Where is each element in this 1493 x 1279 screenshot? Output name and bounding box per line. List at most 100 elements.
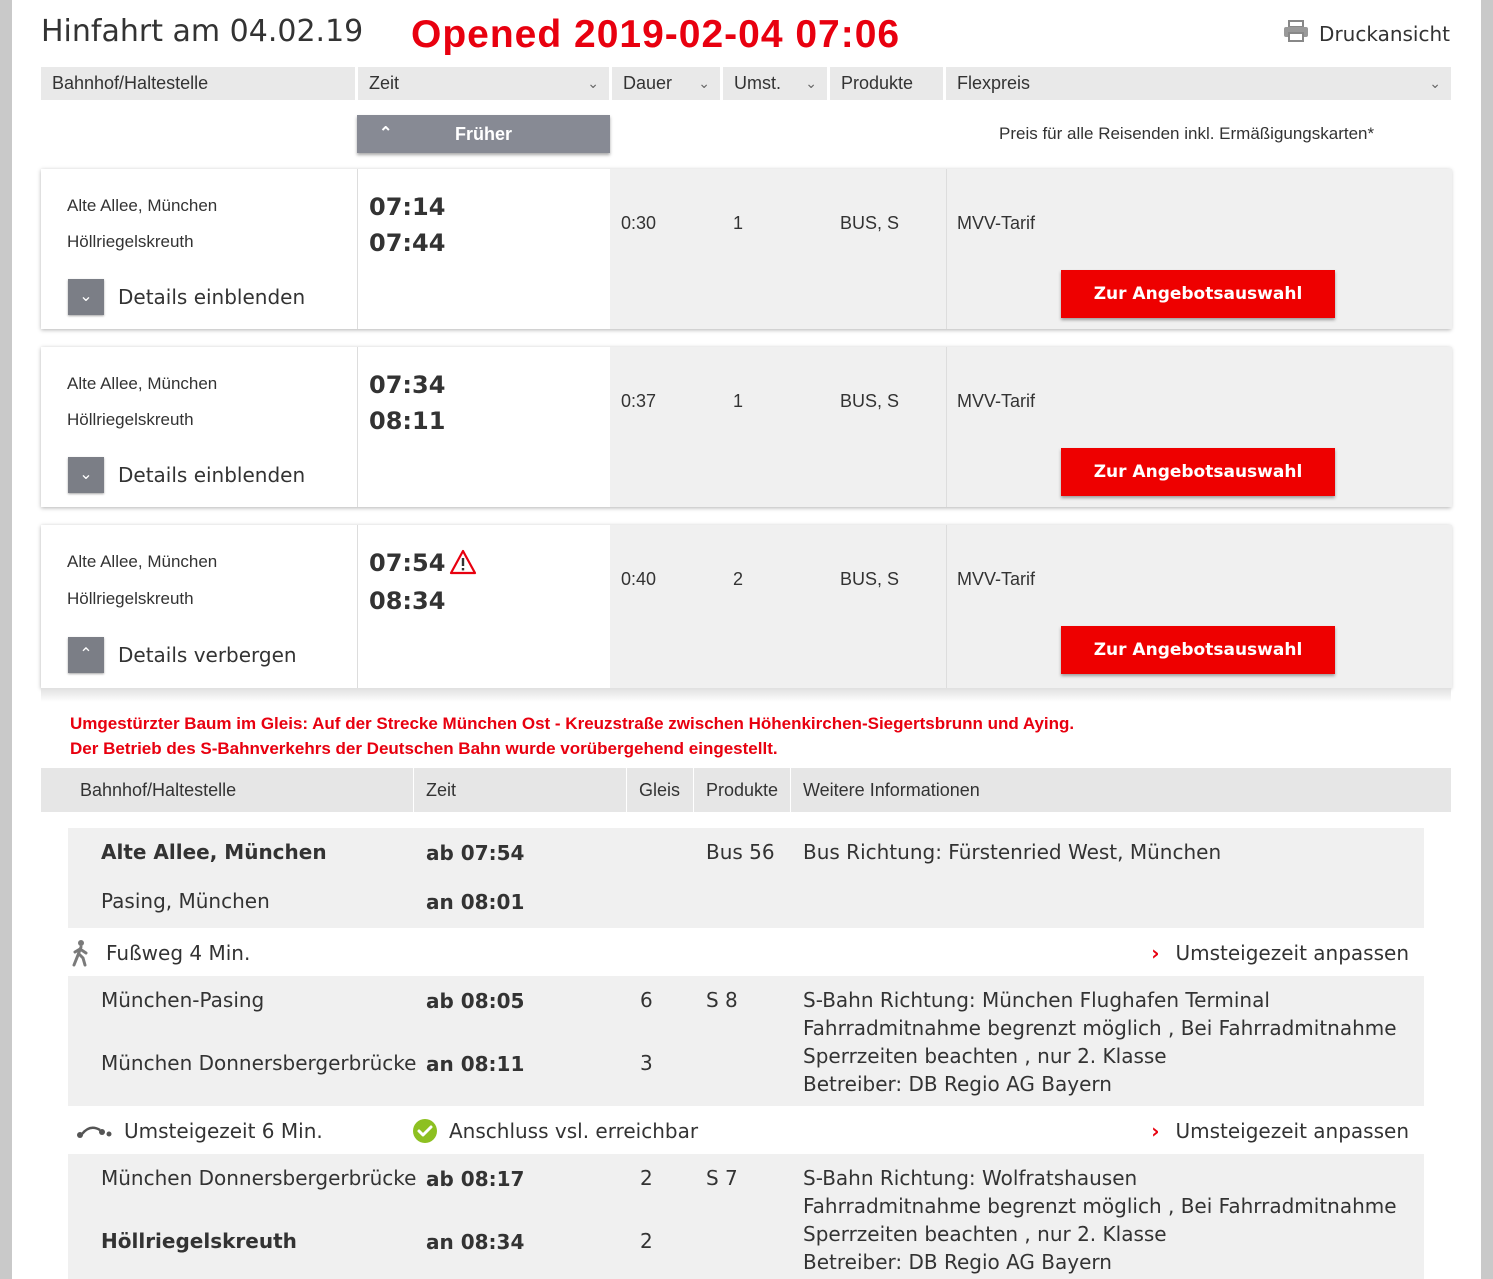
- col-time-sort[interactable]: Zeit ⌄: [358, 67, 609, 100]
- col-products-label: Produkte: [841, 73, 914, 93]
- offer-button[interactable]: Zur Angebotsauswahl: [1061, 626, 1335, 674]
- dcol-time: Zeit: [413, 768, 625, 812]
- connection-card: Alte Allee, München Höllriegelskreuth ⌄ …: [41, 347, 1452, 507]
- details-toggle-label: Details einblenden: [118, 285, 306, 309]
- col-products: Produkte: [830, 67, 943, 100]
- col-duration-label: Dauer: [623, 73, 673, 93]
- info-line: Betreiber: DB Regio AG Bayern: [803, 1250, 1112, 1274]
- connection-status: Anschluss vsl. erreichbar: [449, 1119, 699, 1143]
- chevron-right-icon: ›: [1151, 941, 1160, 965]
- arrival-time: 08:34: [369, 587, 446, 615]
- journey-segment: München-Pasing ab 08:05 6 S 8 S-Bahn Ric…: [68, 976, 1424, 1106]
- arrival-time: 08:11: [369, 407, 446, 435]
- disruption-alert: Umgestürzter Baum im Gleis: Auf der Stre…: [70, 714, 1075, 733]
- segment-platform: 3: [640, 1051, 653, 1075]
- segment-info: S-Bahn Richtung: Wolfratshausen Fahrradm…: [803, 1164, 1397, 1276]
- segment-departure: ab 07:54: [426, 841, 525, 865]
- products: BUS, S: [840, 213, 900, 233]
- transfer-time-label: Umsteigezeit 6 Min.: [124, 1119, 323, 1143]
- col-changes-sort[interactable]: Umst. ⌄: [723, 67, 827, 100]
- col-fare-sort[interactable]: Flexpreis ⌄: [946, 67, 1451, 100]
- from-station: Alte Allee, München: [67, 374, 218, 393]
- tariff: MVV-Tarif: [957, 569, 1036, 589]
- segment-product: Bus 56: [706, 840, 775, 864]
- info-line: Sperrzeiten beachten , nur 2. Klasse: [803, 1044, 1167, 1068]
- earlier-button[interactable]: ⌃ Früher: [357, 115, 610, 153]
- from-station: Alte Allee, München: [67, 196, 218, 215]
- segment-arrival: an 08:11: [426, 1052, 525, 1076]
- price-note: Preis für alle Reisenden inkl. Ermäßigun…: [999, 124, 1375, 143]
- products: BUS, S: [840, 391, 900, 411]
- col-fare-label: Flexpreis: [957, 73, 1031, 93]
- check-circle-icon: [412, 1118, 438, 1149]
- segment-departure: ab 08:05: [426, 989, 525, 1013]
- warning-icon[interactable]: [449, 549, 477, 580]
- earlier-label: Früher: [454, 124, 512, 144]
- info-line: Fahrradmitnahme begrenzt möglich , Bei F…: [803, 1016, 1397, 1040]
- to-station: Höllriegelskreuth: [67, 232, 194, 251]
- col-station-label: Bahnhof/Haltestelle: [52, 73, 209, 93]
- segment-product: S 8: [706, 988, 738, 1012]
- info-line: Fahrradmitnahme begrenzt möglich , Bei F…: [803, 1194, 1397, 1218]
- duration: 0:30: [621, 213, 657, 233]
- segment-platform: 6: [640, 988, 653, 1012]
- arrival-time: 07:44: [369, 229, 446, 257]
- offer-button[interactable]: Zur Angebotsauswahl: [1061, 270, 1335, 318]
- disruption-alert: Der Betrieb des S-Bahnverkehrs der Deuts…: [70, 739, 778, 758]
- duration: 0:37: [621, 391, 657, 411]
- opened-stamp: Opened 2019-02-04 07:06: [411, 13, 901, 56]
- chevron-down-icon: ⌄: [698, 75, 710, 91]
- segment-to-station: Höllriegelskreuth: [101, 1229, 297, 1253]
- details-toggle[interactable]: ⌄ Details einblenden: [68, 457, 305, 493]
- details-toggle[interactable]: ⌄ Details einblenden: [68, 279, 305, 315]
- chevron-down-icon: ⌄: [805, 75, 817, 91]
- offer-button[interactable]: Zur Angebotsauswahl: [1061, 448, 1335, 496]
- segment-from-station: Alte Allee, München: [101, 840, 327, 864]
- adjust-transfer-label: Umsteigezeit anpassen: [1175, 1119, 1409, 1143]
- col-time-label: Zeit: [369, 73, 400, 93]
- connection-times: 07:14 07:44: [357, 169, 610, 329]
- adjust-transfer-link[interactable]: › Umsteigezeit anpassen: [1151, 1119, 1409, 1143]
- to-station: Höllriegelskreuth: [67, 410, 194, 429]
- walk-transfer: Fußweg 4 Min. › Umsteigezeit anpassen: [68, 929, 1424, 977]
- tariff: MVV-Tarif: [957, 391, 1036, 411]
- segment-platform: 2: [640, 1166, 653, 1190]
- details-toggle-label: Details einblenden: [118, 463, 306, 487]
- adjust-transfer-link[interactable]: › Umsteigezeit anpassen: [1151, 941, 1409, 965]
- segment-platform: 2: [640, 1229, 653, 1253]
- info-line: Sperrzeiten beachten , nur 2. Klasse: [803, 1222, 1167, 1246]
- changes: 2: [733, 569, 744, 589]
- products: BUS, S: [840, 569, 900, 589]
- print-view-link[interactable]: Druckansicht: [1283, 20, 1450, 47]
- duration: 0:40: [621, 569, 657, 589]
- info-line: S-Bahn Richtung: München Flughafen Termi…: [803, 988, 1270, 1012]
- connection-times: 07:54 08:34: [357, 525, 610, 688]
- info-line: Bus Richtung: Fürstenried West, München: [803, 840, 1222, 864]
- chevron-down-icon: ⌄: [68, 279, 104, 315]
- adjust-transfer-label: Umsteigezeit anpassen: [1175, 941, 1409, 965]
- tariff: MVV-Tarif: [957, 213, 1036, 233]
- details-toggle[interactable]: ⌃ Details verbergen: [68, 637, 297, 673]
- walk-label: Fußweg 4 Min.: [106, 941, 251, 965]
- connection-stations: Alte Allee, München Höllriegelskreuth ⌄ …: [41, 347, 357, 507]
- to-station: Höllriegelskreuth: [67, 589, 194, 608]
- segment-to-station: Pasing, München: [101, 889, 270, 913]
- transfer-info: Umsteigezeit 6 Min. Anschluss vsl. errei…: [68, 1107, 1424, 1155]
- journey-segment: München Donnersbergerbrücke ab 08:17 2 S…: [68, 1154, 1424, 1279]
- departure-time: 07:34: [369, 371, 446, 399]
- connection-card: Alte Allee, München Höllriegelskreuth ⌄ …: [41, 169, 1452, 329]
- page: Hinfahrt am 04.02.19 Opened 2019-02-04 0…: [12, 0, 1481, 1279]
- info-line: S-Bahn Richtung: Wolfratshausen: [803, 1166, 1138, 1190]
- col-changes-label: Umst.: [734, 73, 781, 93]
- chevron-down-icon: ⌄: [587, 75, 599, 91]
- chevron-up-icon: ⌃: [68, 637, 104, 673]
- dcol-platform: Gleis: [626, 768, 692, 812]
- departure-time: 07:54: [369, 549, 446, 577]
- chevron-down-icon: ⌄: [68, 457, 104, 493]
- dcol-products: Produkte: [693, 768, 789, 812]
- segment-arrival: an 08:01: [426, 890, 525, 914]
- col-duration-sort[interactable]: Dauer ⌄: [612, 67, 720, 100]
- chevron-right-icon: ›: [1151, 1119, 1160, 1143]
- info-line: Betreiber: DB Regio AG Bayern: [803, 1072, 1112, 1096]
- from-station: Alte Allee, München: [67, 552, 218, 571]
